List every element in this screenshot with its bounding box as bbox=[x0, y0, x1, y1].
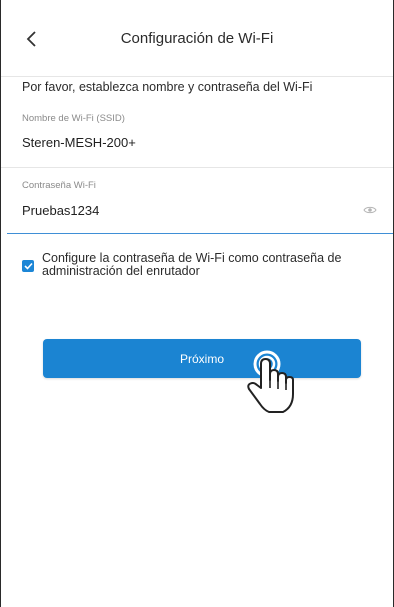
wifi-settings-screen: Configuración de Wi-Fi Por favor, establ… bbox=[0, 0, 394, 607]
password-focus-underline bbox=[7, 233, 393, 234]
page-title: Configuración de Wi-Fi bbox=[120, 30, 274, 47]
divider bbox=[1, 167, 393, 168]
password-input[interactable]: Pruebas1234 bbox=[22, 203, 99, 218]
admin-password-checkbox[interactable] bbox=[22, 260, 34, 272]
password-label: Contraseña Wi-Fi bbox=[22, 180, 96, 191]
ssid-input[interactable]: Steren-MESH-200+ bbox=[22, 135, 136, 150]
admin-password-label: Configure la contraseña de Wi-Fi como co… bbox=[42, 251, 342, 278]
next-button[interactable]: Próximo bbox=[43, 339, 361, 378]
checkmark-icon bbox=[23, 262, 33, 270]
admin-password-option[interactable]: Configure la contraseña de Wi-Fi como co… bbox=[22, 252, 362, 278]
header-bar: Configuración de Wi-Fi bbox=[1, 0, 393, 77]
ssid-label: Nombre de Wi-Fi (SSID) bbox=[22, 113, 125, 124]
hand-pointer-icon bbox=[247, 350, 294, 413]
instruction-text: Por favor, establezca nombre y contraseñ… bbox=[22, 80, 313, 94]
eye-icon[interactable] bbox=[363, 205, 377, 215]
